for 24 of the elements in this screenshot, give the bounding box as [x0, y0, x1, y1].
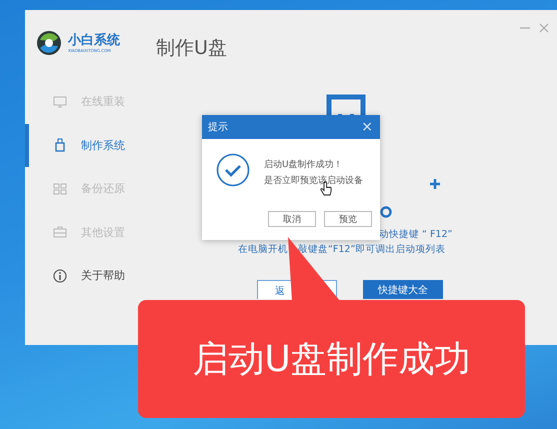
- usb-icon: [53, 138, 67, 152]
- briefcase-icon: [53, 225, 67, 240]
- plus-icon: [430, 179, 440, 189]
- preview-button[interactable]: 预览: [324, 211, 372, 227]
- close-button[interactable]: ×: [358, 119, 376, 135]
- hint-text: 在电脑开机: [238, 243, 288, 256]
- dialog-title: 提示: [208, 121, 228, 134]
- info-icon: [53, 268, 67, 283]
- logo-icon: [36, 30, 62, 56]
- sidebar-item[interactable]: 关于帮助: [25, 254, 140, 298]
- callout-text: 启动U盘制作成功: [192, 338, 471, 382]
- close-icon[interactable]: [539, 23, 549, 33]
- page-title: 制作U盘: [156, 36, 227, 61]
- monitor-icon: [53, 94, 67, 109]
- cancel-button[interactable]: 取消: [268, 211, 316, 227]
- sidebar-item[interactable]: 制作系统: [25, 124, 140, 167]
- dialog-message: 启动U盘制作成功！: [264, 158, 344, 171]
- check-icon: [216, 153, 250, 187]
- logo-name: 小白系统: [68, 32, 120, 48]
- hint-text: 敲键盘“F12”即可调出启动项列表: [298, 243, 446, 256]
- ring-icon: [380, 206, 392, 218]
- shortcut-keys-button[interactable]: 快捷键大全: [363, 280, 443, 299]
- grid-icon: [53, 182, 67, 196]
- hint-text: 动快捷键 “ F12”: [379, 228, 452, 241]
